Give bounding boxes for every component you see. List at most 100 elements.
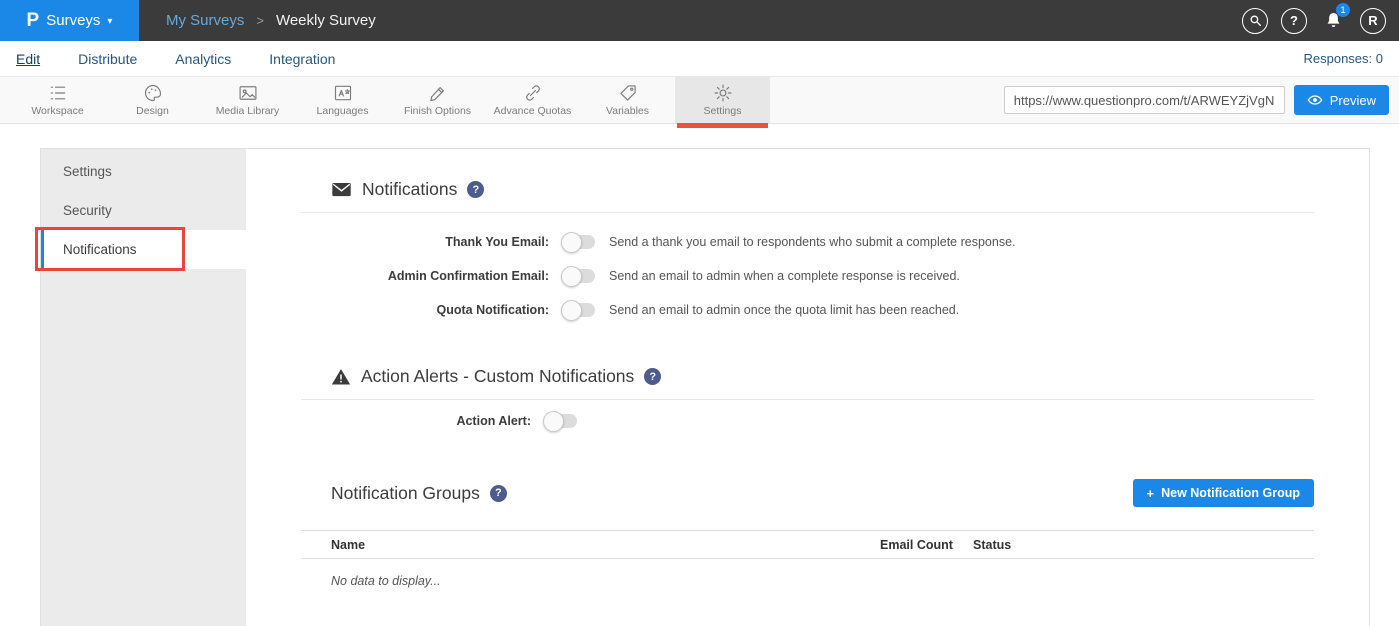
search-button[interactable] — [1242, 8, 1268, 34]
product-name: Surveys — [46, 12, 100, 29]
chevron-down-icon: ▾ — [107, 16, 112, 27]
app-switcher[interactable]: P Surveys ▾ — [0, 0, 139, 41]
toolbar-item-variables[interactable]: Variables — [580, 77, 675, 123]
languages-icon — [333, 83, 353, 103]
toolbar-item-label: Workspace — [31, 105, 83, 117]
settings-icon — [713, 83, 733, 103]
breadcrumb: My Surveys > Weekly Survey — [166, 12, 376, 29]
settings-panel: Settings Security Notifications Notifica… — [40, 148, 1370, 626]
envelope-icon — [331, 179, 352, 200]
section-heading: Notifications ? — [331, 179, 1314, 200]
sidebar-item-label: Settings — [63, 164, 112, 179]
preview-label: Preview — [1330, 93, 1376, 108]
divider — [301, 212, 1314, 213]
notifications-button[interactable]: 1 — [1320, 7, 1347, 34]
empty-table-message: No data to display... — [331, 574, 1314, 588]
toolbar-item-label: Settings — [704, 105, 742, 117]
media-library-icon — [238, 83, 258, 103]
finish-options-icon — [428, 83, 448, 103]
toolbar-item-label: Advance Quotas — [494, 105, 572, 117]
section-action-alerts: Action Alerts - Custom Notifications ? A… — [301, 366, 1314, 431]
toolbar-item-media-library[interactable]: Media Library — [200, 77, 295, 123]
section-heading: Notification Groups ? — [331, 483, 507, 504]
column-header-email-count: Email Count — [880, 538, 973, 552]
notifications-content: Notifications ? Thank You Email: Send a … — [246, 149, 1369, 626]
variables-icon — [618, 83, 638, 103]
toolbar-item-finish-options[interactable]: Finish Options — [390, 77, 485, 123]
user-avatar[interactable]: R — [1360, 8, 1386, 34]
sidebar-item-notifications[interactable]: Notifications — [41, 230, 246, 269]
toggle-description: Send an email to admin once the quota li… — [609, 303, 959, 317]
toolbar-item-languages[interactable]: Languages — [295, 77, 390, 123]
breadcrumb-my-surveys[interactable]: My Surveys — [166, 12, 244, 29]
section-heading: Action Alerts - Custom Notifications ? — [331, 366, 1314, 387]
toolbar-item-label: Design — [136, 105, 169, 117]
help-button[interactable]: ? — [1281, 8, 1307, 34]
search-icon — [1249, 14, 1262, 27]
toolbar-item-label: Media Library — [216, 105, 280, 117]
admin-confirmation-email-toggle[interactable] — [563, 269, 595, 283]
sidebar-item-settings[interactable]: Settings — [41, 152, 246, 191]
question-mark-icon: ? — [1290, 13, 1298, 28]
help-icon[interactable]: ? — [467, 181, 484, 198]
toolbar-item-label: Variables — [606, 105, 649, 117]
topbar-actions: ? 1 R — [1242, 7, 1399, 34]
section-title: Notifications — [362, 179, 457, 200]
tab-distribute[interactable]: Distribute — [78, 51, 137, 67]
section-title: Action Alerts - Custom Notifications — [361, 366, 634, 387]
column-header-status: Status — [973, 538, 1314, 552]
edit-toolbar: Workspace Design Media Library Languages… — [0, 77, 1399, 124]
toggle-row: Action Alert: — [301, 410, 1314, 431]
responses-count: Responses: 0 — [1304, 51, 1384, 66]
annotation-settings-underline — [677, 123, 768, 128]
preview-button[interactable]: Preview — [1294, 85, 1389, 115]
toggle-row: Admin Confirmation Email: Send an email … — [301, 265, 1314, 286]
quota-notification-toggle[interactable] — [563, 303, 595, 317]
breadcrumb-current: Weekly Survey — [276, 12, 376, 29]
eye-icon — [1307, 92, 1323, 108]
toggle-row: Quota Notification: Send an email to adm… — [301, 299, 1314, 320]
sidebar-item-security[interactable]: Security — [41, 191, 246, 230]
workspace-icon — [48, 83, 68, 103]
sidebar-item-label: Notifications — [63, 242, 137, 257]
notification-groups-table: Name Email Count Status No data to displ… — [301, 530, 1314, 588]
main-nav: Edit Distribute Analytics Integration Re… — [0, 41, 1399, 77]
toolbar-item-design[interactable]: Design — [105, 77, 200, 123]
toolbar-item-settings[interactable]: Settings — [675, 77, 770, 123]
warning-icon — [331, 367, 351, 387]
toggle-label: Admin Confirmation Email: — [301, 269, 549, 283]
help-icon[interactable]: ? — [490, 485, 507, 502]
new-group-label: New Notification Group — [1161, 486, 1300, 500]
section-notifications: Notifications ? Thank You Email: Send a … — [301, 179, 1314, 320]
help-icon[interactable]: ? — [644, 368, 661, 385]
groups-header: Notification Groups ? + New Notification… — [301, 479, 1314, 507]
plus-icon: + — [1147, 486, 1155, 501]
advance-quotas-icon — [523, 83, 543, 103]
notification-badge: 1 — [1336, 3, 1350, 17]
toggle-label: Action Alert: — [301, 414, 531, 428]
toolbar-item-workspace[interactable]: Workspace — [10, 77, 105, 123]
topbar: P Surveys ▾ My Surveys > Weekly Survey ?… — [0, 0, 1399, 41]
tab-integration[interactable]: Integration — [269, 51, 335, 67]
thank-you-email-toggle[interactable] — [563, 235, 595, 249]
design-icon — [143, 83, 163, 103]
toggle-label: Quota Notification: — [301, 303, 549, 317]
tab-analytics[interactable]: Analytics — [175, 51, 231, 67]
tab-edit[interactable]: Edit — [16, 51, 40, 67]
new-notification-group-button[interactable]: + New Notification Group — [1133, 479, 1314, 507]
column-header-name: Name — [301, 538, 880, 552]
survey-url-input[interactable] — [1004, 86, 1285, 114]
toolbar-item-advance-quotas[interactable]: Advance Quotas — [485, 77, 580, 123]
settings-sidebar: Settings Security Notifications — [41, 149, 246, 626]
questionpro-logo: P — [27, 10, 40, 32]
divider — [301, 399, 1314, 400]
table-header-row: Name Email Count Status — [301, 530, 1314, 559]
sidebar-item-label: Security — [63, 203, 112, 218]
section-notification-groups: Notification Groups ? + New Notification… — [301, 479, 1314, 588]
toggle-description: Send an email to admin when a complete r… — [609, 269, 960, 283]
toolbar-item-label: Finish Options — [404, 105, 471, 117]
toggle-description: Send a thank you email to respondents wh… — [609, 235, 1016, 249]
toggle-row: Thank You Email: Send a thank you email … — [301, 231, 1314, 252]
toolbar-item-label: Languages — [317, 105, 369, 117]
action-alert-toggle[interactable] — [545, 414, 577, 428]
